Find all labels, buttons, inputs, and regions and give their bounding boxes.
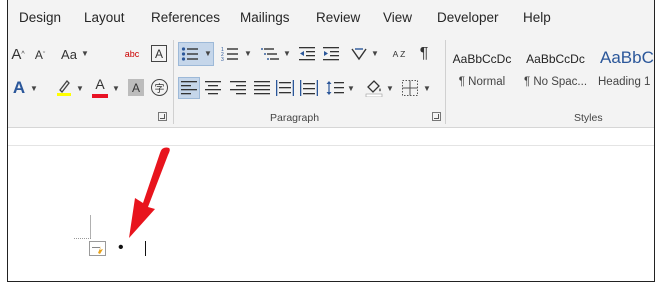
borders-icon[interactable] <box>401 79 419 97</box>
chevron-down-icon: ▼ <box>283 49 291 58</box>
tab-layout[interactable]: Layout <box>84 10 125 25</box>
style-sample: AaBbCc <box>600 48 654 67</box>
chevron-down-icon: ▼ <box>347 84 355 93</box>
chevron-down-icon: ▼ <box>386 84 394 93</box>
enclose-characters-icon[interactable]: 字 <box>151 79 168 96</box>
styles-group-label: Styles <box>574 112 603 124</box>
paragraph-dialog-launcher-icon[interactable] <box>432 112 441 121</box>
shrink-font-icon[interactable]: Aˇ <box>33 46 47 64</box>
chevron-down-icon: ▼ <box>204 49 212 58</box>
chevron-down-icon: ▼ <box>371 49 379 58</box>
style-name: Heading 1 <box>598 76 651 88</box>
align-center-icon[interactable] <box>205 80 221 96</box>
word-window: Design Layout References Mailings Review… <box>7 0 655 282</box>
sort-label: A Z <box>392 48 406 59</box>
page-top-edge <box>8 145 654 146</box>
distributed-icon[interactable] <box>276 79 294 97</box>
style-sample: AaBbCcDc <box>526 52 585 66</box>
line-spacing-icon[interactable] <box>326 79 344 97</box>
font-color-label: A <box>95 76 105 92</box>
tab-references[interactable]: References <box>151 10 220 25</box>
clear-formatting-label: abc <box>124 49 140 59</box>
margin-guide-horizontal <box>74 238 91 239</box>
chevron-down-icon: ▼ <box>30 84 38 93</box>
show-formatting-marks-icon[interactable]: ¶ <box>417 44 431 64</box>
text-effects-icon[interactable]: A <box>11 78 27 98</box>
tab-developer[interactable]: Developer <box>437 10 499 25</box>
style-heading-1[interactable]: AaBbCc Heading 1 <box>593 42 654 100</box>
tab-review[interactable]: Review <box>316 10 360 25</box>
highlight-color-icon[interactable] <box>55 77 73 97</box>
bullets-icon <box>180 45 200 63</box>
style-sample: AaBbCcDc <box>452 52 512 66</box>
red-arrow-icon <box>129 147 170 238</box>
autocorrect-options-icon[interactable] <box>89 241 106 256</box>
character-shading-icon[interactable]: A <box>128 79 144 96</box>
character-border-icon[interactable]: A <box>151 45 167 62</box>
paragraph-group-label: Paragraph <box>270 112 320 124</box>
chevron-down-icon: ▼ <box>76 84 84 93</box>
grow-font-icon[interactable]: A ^ <box>11 44 25 64</box>
clear-formatting-icon[interactable]: abc <box>120 44 144 64</box>
increase-indent-icon[interactable] <box>322 45 340 63</box>
style-name: ¶ No Spac... <box>523 76 588 88</box>
tab-view[interactable]: View <box>383 10 412 25</box>
decrease-indent-icon[interactable] <box>298 45 316 63</box>
tab-mailings[interactable]: Mailings <box>240 10 290 25</box>
chevron-down-icon: ▼ <box>423 84 431 93</box>
group-separator <box>445 40 446 124</box>
tab-design[interactable]: Design <box>19 10 61 25</box>
chevron-down-icon: ▼ <box>81 49 89 58</box>
numbering-icon[interactable]: 123 <box>220 45 240 63</box>
svg-text:3: 3 <box>221 57 224 62</box>
sort-icon[interactable]: A Z <box>391 43 407 65</box>
align-left-icon <box>181 80 197 96</box>
group-separator <box>173 40 174 124</box>
style-no-spacing[interactable]: AaBbCcDc ¶ No Spac... <box>518 42 593 100</box>
ribbon-tabs: Design Layout References Mailings Review… <box>8 0 654 36</box>
shading-icon[interactable] <box>365 78 383 98</box>
document-page[interactable]: • <box>8 128 654 281</box>
tab-help[interactable]: Help <box>523 10 551 25</box>
asian-layout-icon[interactable] <box>349 45 369 63</box>
ribbon: Design Layout References Mailings Review… <box>8 0 654 128</box>
change-case-icon[interactable]: Aa <box>58 45 80 63</box>
font-dialog-launcher-icon[interactable] <box>158 112 167 121</box>
margin-guide-vertical <box>90 215 91 238</box>
chevron-down-icon: ▼ <box>244 49 252 58</box>
style-name: ¶ Normal <box>458 76 506 88</box>
align-right-icon[interactable] <box>230 80 246 96</box>
chevron-down-icon: ▼ <box>112 84 120 93</box>
font-color-icon[interactable]: A <box>92 76 108 92</box>
text-cursor <box>145 241 146 256</box>
multilevel-list-icon[interactable] <box>260 45 280 63</box>
font-color-bar <box>92 94 108 98</box>
style-normal[interactable]: AaBbCcDc ¶ Normal <box>447 42 517 100</box>
justify-low-icon[interactable] <box>300 79 318 97</box>
justify-icon[interactable] <box>254 80 270 96</box>
